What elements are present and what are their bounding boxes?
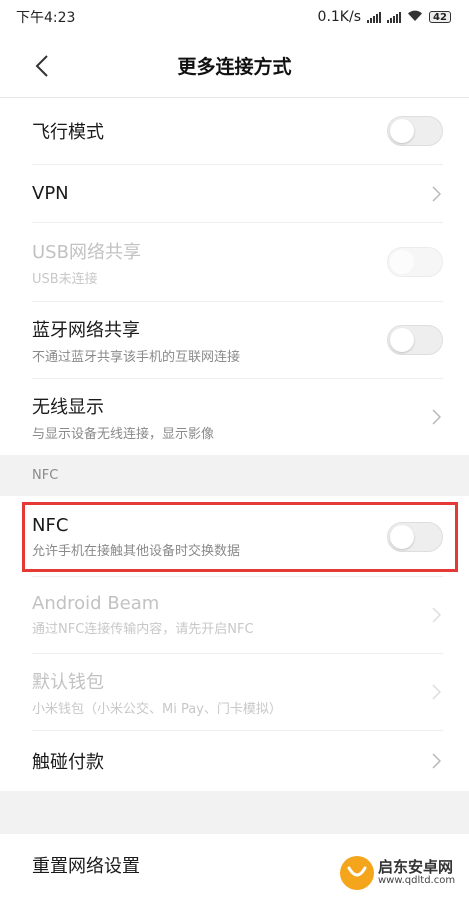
default-wallet-row[interactable]: 默认钱包 小米钱包（小米公交、Mi Pay、门卡模拟） [0,654,469,730]
bluetooth-tether-row[interactable]: 蓝牙网络共享 不通过蓝牙共享该手机的互联网连接 [0,302,469,378]
status-bar: 下午4:23 0.1K/s 42 [0,0,469,34]
nfc-toggle[interactable] [387,521,443,552]
chevron-right-icon [429,752,443,770]
tap-pay-row[interactable]: 触碰付款 [0,731,469,791]
android-beam-row[interactable]: Android Beam 通过NFC连接传输内容，请先开启NFC [0,577,469,653]
section-label-nfc: NFC [32,468,59,483]
tap-pay-label: 触碰付款 [32,752,104,773]
chevron-right-icon [429,606,443,624]
reset-network-label: 重置网络设置 [32,856,140,877]
usb-tether-toggle[interactable] [387,247,443,277]
nfc-label: NFC [32,514,69,536]
back-button[interactable] [24,48,60,84]
watermark-name: 启东安卓网 [378,857,454,876]
wifi-icon [407,9,423,26]
network-speed: 0.1K/s [317,9,361,25]
nfc-subtitle: 允许手机在接触其他设备时交换数据 [32,543,241,559]
airplane-mode-label: 飞行模式 [32,122,104,143]
usb-tether-subtitle: USB未连接 [32,271,98,287]
section-header-nfc [0,455,469,496]
status-time: 下午4:23 [16,10,76,26]
vpn-label: VPN [32,183,69,204]
section-gap [0,791,469,834]
status-icons: 0.1K/s 42 [318,9,451,26]
bluetooth-tether-toggle[interactable] [387,325,443,355]
wireless-display-subtitle: 与显示设备无线连接，显示影像 [32,426,215,442]
android-beam-label: Android Beam [32,593,160,614]
chevron-right-icon [429,185,443,203]
battery-icon: 42 [429,11,451,23]
chevron-right-icon [429,683,443,701]
airplane-mode-toggle[interactable] [387,116,443,146]
watermark-url: www.qdltd.com [378,874,456,886]
default-wallet-label: 默认钱包 [32,671,104,693]
page-title: 更多连接方式 [177,56,292,78]
default-wallet-subtitle: 小米钱包（小米公交、Mi Pay、门卡模拟） [32,701,282,717]
chevron-left-icon [35,55,48,77]
airplane-mode-row[interactable]: 飞行模式 [0,98,469,164]
usb-tether-label: USB网络共享 [32,241,141,263]
signal-icon [387,11,401,23]
nfc-row[interactable]: NFC 允许手机在接触其他设备时交换数据 [0,497,469,576]
wireless-display-label: 无线显示 [32,396,104,418]
top-app-bar: 更多连接方式 [0,34,469,98]
bluetooth-tether-label: 蓝牙网络共享 [32,319,140,341]
wireless-display-row[interactable]: 无线显示 与显示设备无线连接，显示影像 [0,379,469,455]
watermark-logo-icon [340,856,374,890]
bluetooth-tether-subtitle: 不通过蓝牙共享该手机的互联网连接 [32,349,241,365]
signal-icon [367,11,381,23]
watermark: 启东安卓网 www.qdltd.com [340,856,455,890]
chevron-right-icon [429,408,443,426]
android-beam-subtitle: 通过NFC连接传输内容，请先开启NFC [32,622,254,637]
usb-tether-row[interactable]: USB网络共享 USB未连接 [0,223,469,301]
vpn-row[interactable]: VPN [0,165,469,222]
